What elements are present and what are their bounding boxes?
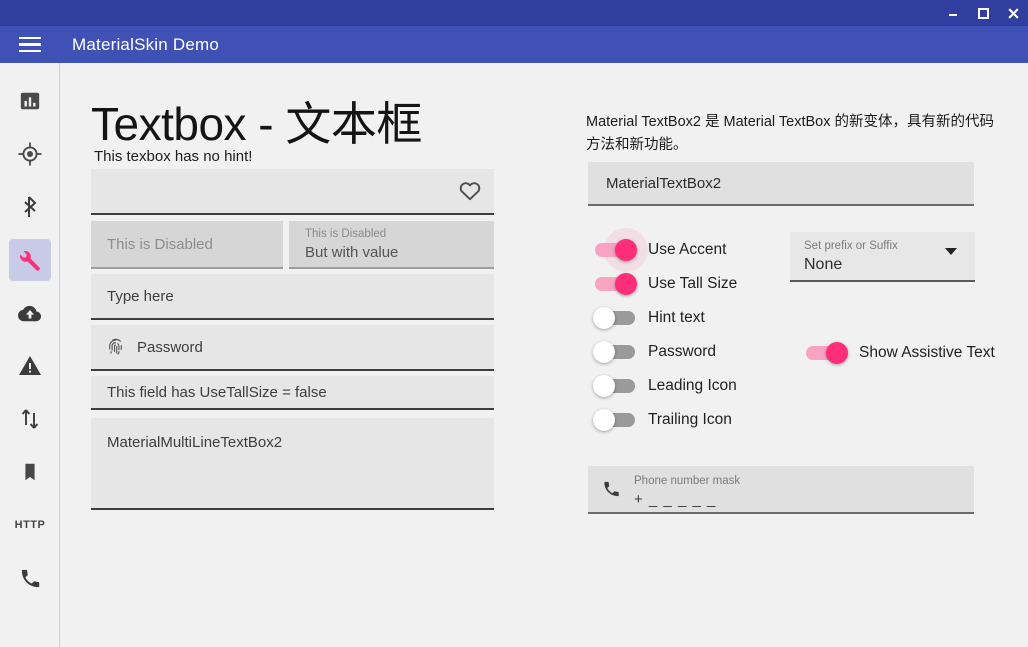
sidebar-item-http[interactable]: HTTP <box>0 503 60 547</box>
switch-leading-icon-label: Leading Icon <box>648 377 737 394</box>
textbox-type-here[interactable]: Type here <box>91 274 494 320</box>
close-button[interactable] <box>998 0 1028 26</box>
maximize-button[interactable] <box>968 0 998 26</box>
textbox-disabled-plain-value: This is Disabled <box>107 236 213 253</box>
wrench-icon <box>19 250 40 271</box>
textbox-multiline-value: MaterialMultiLineTextBox2 <box>107 434 283 451</box>
switch-use-tall-size[interactable]: Use Tall Size <box>593 273 737 295</box>
chevron-down-icon <box>945 248 957 255</box>
bookmark-icon <box>25 463 35 481</box>
phone-mask-field[interactable]: Phone number mask + _ _ _ _ _ <box>588 466 974 514</box>
switch-use-tall-size-label: Use Tall Size <box>648 275 738 292</box>
switch-trailing-icon-label: Trailing Icon <box>648 411 732 428</box>
fingerprint-icon <box>109 338 122 355</box>
panel-description: Material TextBox2 是 Material TextBox 的新变… <box>586 114 994 153</box>
switch-password-label: Password <box>648 343 717 360</box>
minimize-icon <box>949 14 957 16</box>
minimize-button[interactable] <box>938 0 968 26</box>
switch-show-assistive-text[interactable]: Show Assistive Text <box>804 342 995 364</box>
cloud-upload-icon <box>18 305 42 322</box>
textbox-disabled-with-value-hint: This is Disabled <box>305 228 387 240</box>
heart-icon <box>459 182 481 201</box>
switch-hint-text-label: Hint text <box>648 309 705 326</box>
prefix-suffix-dropdown-value: None <box>804 256 843 273</box>
textbox-type-here-value: Type here <box>107 288 174 305</box>
hamburger-icon-line <box>19 36 41 40</box>
phone-field-leading <box>602 480 621 499</box>
textbox2-value: MaterialTextBox2 <box>606 175 722 192</box>
maximize-icon <box>978 8 989 19</box>
swap-vertical-icon <box>21 409 39 429</box>
textbox-use-tall-size-false-value: This field has UseTallSize = false <box>107 384 327 401</box>
phone-mask-value: + _ _ _ _ _ <box>634 491 717 508</box>
switch-hint-text-toggle[interactable] <box>593 307 637 329</box>
sidebar-item-swap-vertical[interactable] <box>0 397 60 441</box>
switch-password-toggle[interactable] <box>593 341 637 363</box>
bluetooth-icon <box>24 196 37 217</box>
app-title: MaterialSkin Demo <box>72 34 220 54</box>
hamburger-icon-line <box>19 49 41 53</box>
phone-mask-label: Phone number mask <box>634 475 741 487</box>
gps-fixed-icon <box>18 142 42 166</box>
prefix-suffix-dropdown[interactable]: Set prefix or Suffix None <box>790 232 975 282</box>
textbox2-field[interactable]: MaterialTextBox2 <box>588 162 974 206</box>
textbox-password[interactable]: Password <box>91 325 494 371</box>
warning-icon <box>19 356 41 375</box>
prefix-suffix-dropdown-label: Set prefix or Suffix <box>804 240 898 252</box>
switch-use-tall-size-toggle[interactable] <box>593 273 637 295</box>
close-icon <box>1007 7 1019 19</box>
phone-icon <box>604 481 619 497</box>
sidebar-item-cloud-upload[interactable] <box>0 291 60 335</box>
textbox-disabled-with-value-value: But with value <box>305 244 399 261</box>
sidebar-item-wrench[interactable] <box>0 238 60 282</box>
switch-use-accent-label: Use Accent <box>648 241 727 258</box>
textbox-multiline[interactable]: MaterialMultiLineTextBox2 <box>91 418 494 510</box>
app-window: MaterialSkin Demo HTTP Textbox - 文本框 Thi… <box>0 0 1028 647</box>
textbox-use-tall-size-false[interactable]: This field has UseTallSize = false <box>91 376 494 410</box>
hamburger-icon-line <box>19 43 41 46</box>
app-bar: MaterialSkin Demo <box>0 26 1028 63</box>
switch-leading-icon-toggle[interactable] <box>593 375 637 397</box>
switch-hint-text[interactable]: Hint text <box>593 307 705 329</box>
textbox-disabled-with-value: This is Disabled But with value <box>289 221 494 269</box>
page-title: Textbox - 文本框 <box>91 98 422 150</box>
textbox-disabled-plain: This is Disabled <box>91 221 283 269</box>
switch-trailing-icon[interactable]: Trailing Icon <box>593 409 732 431</box>
switch-show-assistive-text-toggle[interactable] <box>804 342 848 364</box>
main-content: Textbox - 文本框 This texbox has no hint! T… <box>61 63 1028 647</box>
switch-use-accent[interactable]: Use Accent <box>593 228 727 272</box>
bar-chart-icon <box>20 92 40 110</box>
switch-trailing-icon-toggle[interactable] <box>593 409 637 431</box>
switch-show-assistive-text-label: Show Assistive Text <box>859 344 995 361</box>
window-controls <box>938 0 1028 26</box>
switch-use-accent-toggle[interactable] <box>593 228 648 272</box>
menu-button[interactable] <box>0 26 60 63</box>
sidebar-item-bar-chart[interactable] <box>0 79 60 123</box>
fingerprint-button[interactable] <box>105 337 126 358</box>
favorite-button[interactable] <box>458 179 482 203</box>
sidebar-item-bookmark[interactable] <box>0 450 60 494</box>
sidebar-item-warning[interactable] <box>0 344 60 388</box>
textbox-password-value: Password <box>137 339 203 356</box>
switch-password[interactable]: Password <box>593 341 716 363</box>
page-subtitle: This texbox has no hint! <box>94 148 253 165</box>
sidebar-item-gps-fixed[interactable] <box>0 132 60 176</box>
switch-leading-icon[interactable]: Leading Icon <box>593 375 737 397</box>
http-icon: HTTP <box>14 519 46 531</box>
sidebar-item-phone[interactable] <box>0 556 60 600</box>
sidebar: HTTP <box>0 63 60 647</box>
phone-icon <box>21 569 39 587</box>
textbox-no-hint[interactable] <box>91 169 494 215</box>
window-titlebar <box>0 0 1028 26</box>
sidebar-item-bluetooth[interactable] <box>0 185 60 229</box>
